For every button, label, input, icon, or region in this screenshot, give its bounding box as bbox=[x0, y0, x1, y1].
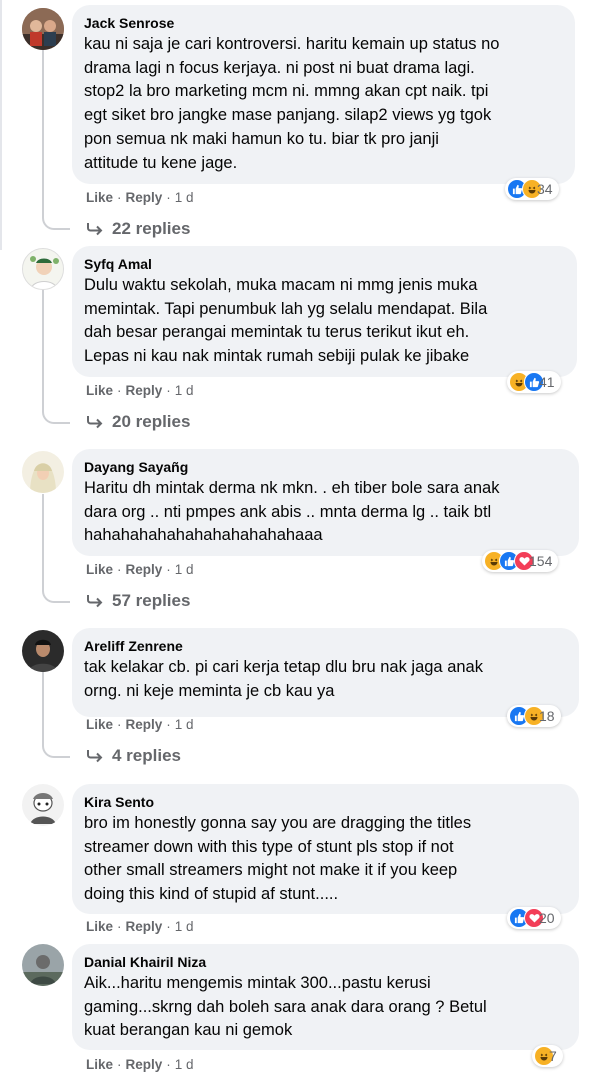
comment-author[interactable]: Areliff Zenrene bbox=[84, 637, 567, 655]
reply-button[interactable]: Reply bbox=[126, 717, 163, 732]
comment-text: Dulu waktu sekolah, muka macam ni mmg je… bbox=[84, 276, 488, 366]
reaction-summary[interactable]: 154 bbox=[482, 550, 559, 572]
replies-count[interactable]: 4 replies bbox=[112, 746, 181, 766]
comment-actions: Like · Reply · 1 d bbox=[86, 717, 194, 732]
comment-bubble: Kira Sento bro im honestly gonna say you… bbox=[72, 784, 579, 914]
comment-bubble: Areliff Zenrene tak kelakar cb. pi cari … bbox=[72, 628, 579, 717]
replies-count[interactable]: 20 replies bbox=[112, 412, 190, 432]
thread-connector bbox=[42, 210, 70, 230]
thread-line bbox=[42, 672, 44, 738]
thread-connector bbox=[42, 404, 70, 424]
comment-author[interactable]: Dayang Sayañg bbox=[84, 458, 567, 476]
reaction-count: 18 bbox=[539, 708, 555, 724]
reaction-summary[interactable]: 34 bbox=[505, 178, 559, 200]
reply-button[interactable]: Reply bbox=[126, 383, 163, 398]
like-button[interactable]: Like bbox=[86, 1057, 113, 1072]
comment-actions: Like · Reply · 1 d bbox=[86, 1057, 194, 1072]
reaction-count: 7 bbox=[549, 1048, 557, 1064]
comment-text: Aik...haritu mengemis mintak 300...pastu… bbox=[84, 974, 487, 1040]
avatar[interactable] bbox=[22, 630, 64, 672]
reply-arrow-icon bbox=[87, 595, 103, 608]
comment-timestamp[interactable]: 1 d bbox=[175, 562, 194, 577]
like-button[interactable]: Like bbox=[86, 190, 113, 205]
avatar[interactable] bbox=[22, 248, 64, 290]
reaction-count: 154 bbox=[529, 553, 553, 569]
like-button[interactable]: Like bbox=[86, 919, 113, 934]
view-replies-link[interactable]: 22 replies bbox=[86, 219, 190, 239]
thread-connector bbox=[42, 738, 70, 758]
reply-arrow-icon bbox=[87, 416, 103, 429]
comment-author[interactable]: Danial Khairil Niza bbox=[84, 953, 567, 971]
thread-line bbox=[42, 50, 44, 210]
replies-count[interactable]: 22 replies bbox=[112, 219, 190, 239]
comment-bubble: Syfq Amal Dulu waktu sekolah, muka macam… bbox=[72, 246, 577, 377]
comment-text: kau ni saja je cari kontroversi. haritu … bbox=[84, 35, 500, 172]
avatar[interactable] bbox=[22, 944, 64, 986]
comment-actions: Like · Reply · 1 d bbox=[86, 190, 194, 205]
comment-text: bro im honestly gonna say you are draggi… bbox=[84, 814, 472, 904]
like-button[interactable]: Like bbox=[86, 383, 113, 398]
comment-author[interactable]: Jack Senrose bbox=[84, 14, 563, 32]
like-button[interactable]: Like bbox=[86, 562, 113, 577]
reply-button[interactable]: Reply bbox=[126, 1057, 163, 1072]
comment-bubble: Dayang Sayañg Haritu dh mintak derma nk … bbox=[72, 449, 579, 556]
comment-actions: Like · Reply · 1 d bbox=[86, 383, 194, 398]
reaction-count: 34 bbox=[537, 181, 553, 197]
avatar[interactable] bbox=[22, 451, 64, 493]
reaction-count: 20 bbox=[539, 910, 555, 926]
comment-timestamp[interactable]: 1 d bbox=[175, 383, 194, 398]
comment-actions: Like · Reply · 1 d bbox=[86, 562, 194, 577]
comment-timestamp[interactable]: 1 d bbox=[175, 919, 194, 934]
thread-line bbox=[42, 494, 44, 583]
reply-button[interactable]: Reply bbox=[126, 562, 163, 577]
reaction-summary[interactable]: 18 bbox=[507, 705, 561, 727]
reaction-summary[interactable]: 7 bbox=[532, 1045, 563, 1067]
reaction-summary[interactable]: 41 bbox=[507, 371, 561, 393]
comment-bubble: Danial Khairil Niza Aik...haritu mengemi… bbox=[72, 944, 579, 1050]
reaction-summary[interactable]: 20 bbox=[507, 907, 561, 929]
comment-bubble: Jack Senrose kau ni saja je cari kontrov… bbox=[72, 5, 575, 184]
reply-arrow-icon bbox=[87, 223, 103, 236]
view-replies-link[interactable]: 4 replies bbox=[86, 746, 181, 766]
like-button[interactable]: Like bbox=[86, 717, 113, 732]
replies-count[interactable]: 57 replies bbox=[112, 591, 190, 611]
comment-timestamp[interactable]: 1 d bbox=[175, 717, 194, 732]
comment-timestamp[interactable]: 1 d bbox=[175, 1057, 194, 1072]
comment-author[interactable]: Kira Sento bbox=[84, 793, 567, 811]
reply-button[interactable]: Reply bbox=[126, 919, 163, 934]
edge-divider bbox=[0, 0, 2, 250]
view-replies-link[interactable]: 57 replies bbox=[86, 591, 190, 611]
comment-text: tak kelakar cb. pi cari kerja tetap dlu … bbox=[84, 658, 483, 700]
avatar[interactable] bbox=[22, 8, 64, 50]
thread-line bbox=[42, 290, 44, 404]
comment-author[interactable]: Syfq Amal bbox=[84, 255, 565, 273]
comment-actions: Like · Reply · 1 d bbox=[86, 919, 194, 934]
comment-text: Haritu dh mintak derma nk mkn. . eh tibe… bbox=[84, 479, 500, 545]
comment-timestamp[interactable]: 1 d bbox=[175, 190, 194, 205]
thread-connector bbox=[42, 583, 70, 603]
reply-button[interactable]: Reply bbox=[126, 190, 163, 205]
reaction-count: 41 bbox=[539, 374, 555, 390]
reply-arrow-icon bbox=[87, 750, 103, 763]
avatar[interactable] bbox=[22, 784, 64, 826]
view-replies-link[interactable]: 20 replies bbox=[86, 412, 190, 432]
